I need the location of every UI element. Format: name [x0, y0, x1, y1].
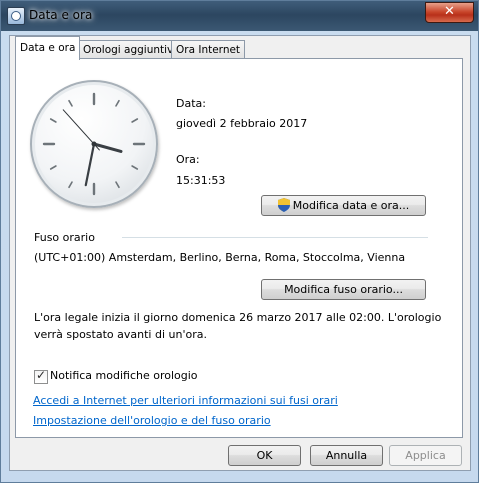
clock-calendar-icon — [7, 7, 25, 25]
ok-button[interactable]: OK — [228, 445, 301, 466]
close-button[interactable]: ✕ — [425, 2, 474, 23]
clock-tick-mark — [115, 99, 120, 107]
apply-button[interactable]: Applica — [389, 445, 462, 466]
time-value: 15:31:53 — [176, 174, 226, 187]
date-value: giovedì 2 febbraio 2017 — [176, 117, 308, 130]
timezone-value: (UTC+01:00) Amsterdam, Berlino, Berna, R… — [34, 251, 406, 264]
dst-notice-line-1: L'ora legale inizia il giorno domenica 2… — [34, 311, 442, 324]
change-timezone-button[interactable]: Modifica fuso orario... — [261, 279, 426, 300]
tab-additional-clocks[interactable]: Orologi aggiuntivi — [78, 40, 182, 59]
change-date-time-label: Modifica data e ora... — [292, 199, 410, 212]
notify-changes-label[interactable]: Notifica modifiche orologio — [50, 369, 198, 382]
uac-shield-icon — [277, 198, 290, 212]
clock-tick-mark — [131, 165, 139, 170]
tab-internet-time[interactable]: Ora Internet — [171, 40, 246, 59]
clock-tick-mark — [131, 118, 139, 123]
clock-tick-mark — [115, 181, 120, 189]
hour-hand — [92, 142, 123, 153]
date-label: Data: — [176, 97, 206, 110]
change-date-time-button[interactable]: Modifica data e ora... — [261, 195, 426, 216]
clock-tick-mark — [49, 118, 57, 123]
checkmark-icon: ✓ — [36, 368, 47, 382]
clock-tick-mark — [49, 165, 57, 170]
clock-center-pin — [91, 141, 97, 147]
timezone-divider — [122, 237, 428, 238]
clock-settings-link[interactable]: Impostazione dell'orologio e del fuso or… — [33, 414, 271, 427]
minute-hand — [84, 142, 96, 187]
notify-changes-checkbox[interactable]: ✓ — [34, 368, 48, 384]
cancel-button[interactable]: Annulla — [310, 445, 383, 466]
tab-date-time[interactable]: Data e ora — [15, 36, 81, 60]
window-title: Data e ora — [29, 8, 93, 22]
timezone-heading: Fuso orario — [34, 231, 95, 244]
clock-tick-mark — [68, 181, 73, 189]
clock-tick-mark — [68, 99, 73, 107]
dst-notice-line-2: verrà spostato avanti di un'ora. — [34, 328, 207, 341]
analog-clock — [30, 80, 158, 208]
title-bar[interactable]: Data e ora ✕ — [1, 1, 478, 31]
timezone-info-link[interactable]: Accedi a Internet per ulteriori informaz… — [33, 394, 338, 407]
time-label: Ora: — [176, 153, 200, 166]
clock-face — [42, 92, 146, 196]
